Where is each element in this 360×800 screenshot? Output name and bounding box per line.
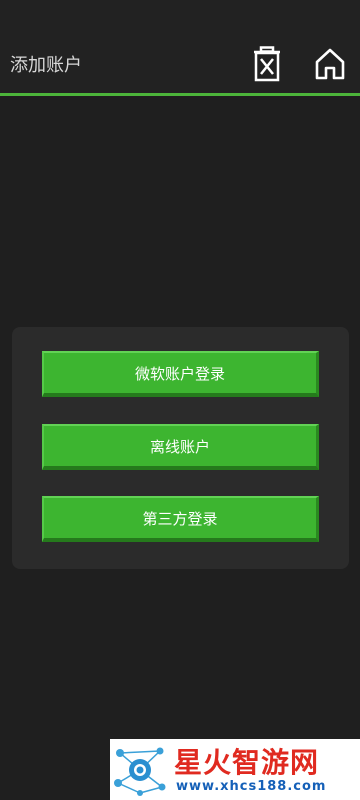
third-party-login-button[interactable]: 第三方登录 [42, 496, 319, 542]
delete-account-button[interactable] [247, 44, 287, 84]
trash-x-icon [254, 46, 280, 82]
microsoft-login-button[interactable]: 微软账户登录 [42, 351, 319, 397]
home-button[interactable] [310, 44, 350, 84]
watermark-site-name: 星火智游网 [174, 746, 320, 779]
page-title: 添加账户 [10, 55, 82, 76]
home-icon [315, 48, 345, 80]
top-bar: 添加账户 [0, 0, 360, 96]
offline-account-button[interactable]: 离线账户 [42, 424, 319, 470]
watermark-url: www.xhcs188.com [176, 779, 327, 794]
network-logo-icon [114, 747, 166, 796]
login-options-panel: 微软账户登录 离线账户 第三方登录 [12, 327, 349, 569]
app-window: 添加账户 微软账户登录 离线账户 第三方登录 星火智游网 www.xhcs188… [0, 0, 360, 800]
site-watermark: 星火智游网 www.xhcs188.com [110, 739, 360, 800]
